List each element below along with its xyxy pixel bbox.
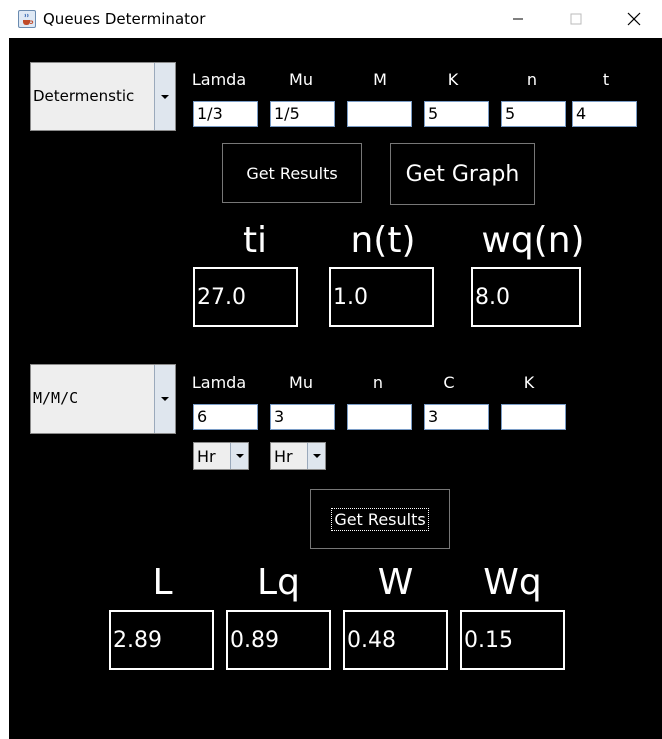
model-select-bottom[interactable]: M/M/C — [30, 364, 176, 434]
close-button[interactable] — [611, 0, 657, 38]
label-lamda: Lamda — [191, 70, 247, 89]
maximize-button[interactable] — [553, 0, 599, 38]
model-select-bottom-value: M/M/C — [33, 389, 79, 407]
label-k-2: K — [523, 373, 535, 392]
mu-unit-value: Hr — [274, 447, 293, 466]
window-left-edge — [0, 38, 9, 739]
n-field-2[interactable] — [347, 404, 412, 430]
w-output: 0.48 — [343, 610, 448, 670]
get-results-button-top[interactable]: Get Results — [222, 143, 362, 203]
lamda-unit-select[interactable]: Hr — [193, 442, 249, 470]
mu-field-2[interactable]: 3 — [270, 404, 335, 430]
label-n: n — [526, 70, 538, 89]
label-wq: Wq — [483, 562, 542, 603]
n-field[interactable]: 5 — [501, 101, 566, 127]
get-results-button-bottom-label: Get Results — [331, 507, 429, 531]
title-bar[interactable]: Queues Determinator — [0, 0, 662, 38]
k-field-2[interactable] — [501, 404, 566, 430]
label-c: C — [443, 373, 455, 392]
get-graph-button[interactable]: Get Graph — [390, 143, 535, 205]
nt-output: 1.0 — [329, 267, 434, 327]
k-field[interactable]: 5 — [424, 101, 489, 127]
chevron-down-icon[interactable] — [154, 365, 175, 433]
window-title: Queues Determinator — [43, 10, 206, 28]
label-w: W — [377, 562, 414, 603]
model-select-top-value: Determenstic — [33, 87, 135, 105]
label-lamda-2: Lamda — [191, 373, 247, 392]
label-wqn: wq(n) — [481, 220, 585, 261]
model-select-top[interactable]: Determenstic — [30, 62, 176, 131]
label-n-2: n — [372, 373, 384, 392]
lamda-unit-value: Hr — [197, 447, 216, 466]
c-field[interactable]: 3 — [424, 404, 489, 430]
lamda-field-2[interactable]: 6 — [193, 404, 258, 430]
ti-output: 27.0 — [193, 267, 298, 327]
java-coffee-icon — [18, 10, 36, 28]
mu-field[interactable]: 1/5 — [270, 101, 335, 127]
wqn-output: 8.0 — [471, 267, 581, 327]
get-results-button-bottom[interactable]: Get Results — [310, 489, 450, 549]
label-k: K — [447, 70, 459, 89]
label-l: L — [152, 562, 173, 603]
label-nt: n(t) — [350, 220, 416, 261]
wq-output: 0.15 — [460, 610, 565, 670]
l-output: 2.89 — [109, 610, 214, 670]
lq-output: 0.89 — [226, 610, 331, 670]
chevron-down-icon[interactable] — [307, 443, 325, 469]
chevron-down-icon[interactable] — [230, 443, 248, 469]
m-field[interactable] — [347, 101, 412, 127]
label-lq: Lq — [257, 562, 300, 603]
label-m: M — [373, 70, 387, 89]
t-field[interactable]: 4 — [572, 101, 637, 127]
label-mu: Mu — [289, 70, 313, 89]
minimize-button[interactable] — [495, 0, 541, 38]
mu-unit-select[interactable]: Hr — [270, 442, 326, 470]
label-ti: ti — [242, 220, 268, 261]
chevron-down-icon[interactable] — [154, 63, 175, 130]
lamda-field[interactable]: 1/3 — [193, 101, 258, 127]
label-t: t — [602, 70, 610, 89]
label-mu-2: Mu — [289, 373, 313, 392]
